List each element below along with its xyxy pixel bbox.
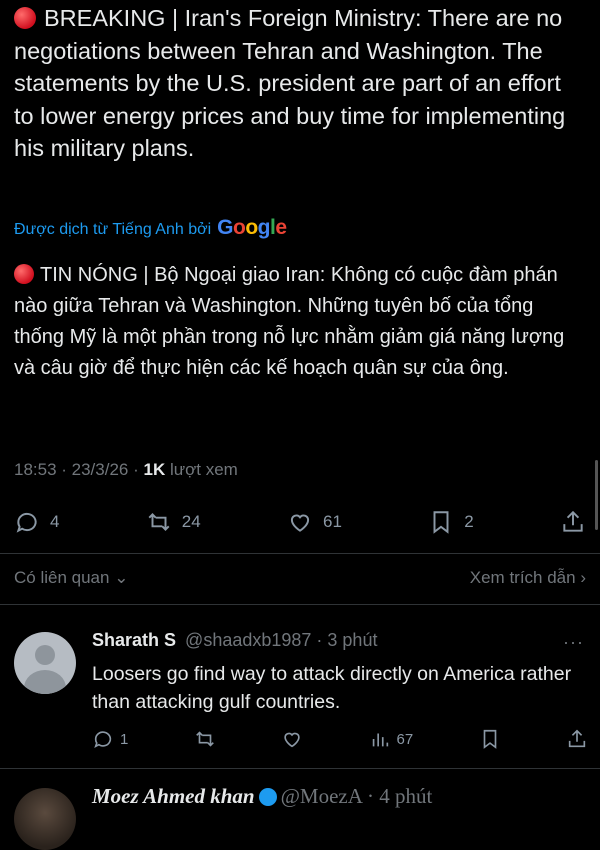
views-label: lượt xem xyxy=(169,460,238,479)
heart-icon xyxy=(284,732,300,748)
bookmark-icon xyxy=(483,729,496,749)
analytics-icon xyxy=(372,733,388,747)
avatar[interactable] xyxy=(14,788,76,850)
related-dropdown[interactable]: Có liên quan ⌄ xyxy=(14,568,128,588)
bookmark-button[interactable]: 2 xyxy=(428,509,474,535)
avatar[interactable] xyxy=(14,632,76,694)
reply-icon xyxy=(16,512,37,533)
repost-button[interactable]: 24 xyxy=(146,509,201,535)
translation-attribution[interactable]: Được dịch từ Tiếng Anh bởi Google xyxy=(14,216,287,240)
more-options-icon[interactable]: ··· xyxy=(563,632,584,653)
reply-text: Loosers go find way to attack directly o… xyxy=(92,663,572,713)
reply-button[interactable]: 1 xyxy=(92,728,128,750)
views-button[interactable]: 67 xyxy=(369,728,413,750)
post-action-bar: 4 24 61 2 xyxy=(14,505,586,539)
views-count: 1K xyxy=(143,460,166,479)
red-circle-icon xyxy=(14,7,36,29)
reply-author-name[interactable]: Moez Ahmed khan xyxy=(92,784,255,808)
share-icon xyxy=(568,729,586,748)
reply-handle-time[interactable]: @shaadxb1987 · 3 phút xyxy=(185,630,377,650)
reply-author-name[interactable]: Sharath S xyxy=(92,630,176,650)
bookmark-icon xyxy=(433,511,449,534)
verified-badge-icon xyxy=(258,788,277,806)
like-button[interactable]: 61 xyxy=(287,509,342,535)
heart-icon xyxy=(290,514,310,532)
avatar-body xyxy=(24,670,66,694)
reply-header: Sharath S @shaadxb1987 · 3 phút xyxy=(92,630,377,651)
scrollbar[interactable] xyxy=(595,460,598,530)
divider xyxy=(0,768,600,769)
chevron-down-icon: ⌄ xyxy=(114,568,129,587)
post-timestamp[interactable]: 18:53 · 23/3/26 · xyxy=(14,460,139,479)
divider xyxy=(0,604,600,605)
red-circle-icon xyxy=(14,264,34,284)
share-button[interactable] xyxy=(566,728,588,750)
repost-icon xyxy=(148,513,170,531)
post-original-text: BREAKING | Iran's Foreign Ministry: Ther… xyxy=(14,5,566,161)
like-button[interactable] xyxy=(281,728,303,750)
share-icon xyxy=(563,510,583,532)
repost-button[interactable] xyxy=(194,728,216,750)
avatar-head xyxy=(35,645,55,665)
repost-icon xyxy=(195,731,214,747)
view-quotes-link[interactable]: Xem trích dẫn › xyxy=(470,568,586,588)
google-logo: Google xyxy=(217,216,287,239)
post-meta: 18:53 · 23/3/26 · 1K lượt xem xyxy=(14,460,238,480)
reply-icon xyxy=(94,731,112,748)
reply-button[interactable]: 4 xyxy=(14,509,59,535)
reply-handle-time[interactable]: @MoezA · 4 phút xyxy=(281,784,433,808)
divider xyxy=(0,553,600,554)
share-button[interactable] xyxy=(560,509,586,535)
reply-header: Moez Ahmed khan @MoezA · 4 phút xyxy=(92,784,432,809)
post-translated-text: TIN NÓNG | Bộ Ngoại giao Iran: Không có … xyxy=(14,264,565,379)
bookmark-button[interactable] xyxy=(479,728,501,750)
related-row: Có liên quan ⌄ Xem trích dẫn › xyxy=(14,568,586,588)
reply-action-bar: 1 67 xyxy=(92,726,588,752)
chevron-right-icon: › xyxy=(580,568,586,587)
reply-item[interactable]: Moez Ahmed khan @MoezA · 4 phút xyxy=(0,770,600,850)
